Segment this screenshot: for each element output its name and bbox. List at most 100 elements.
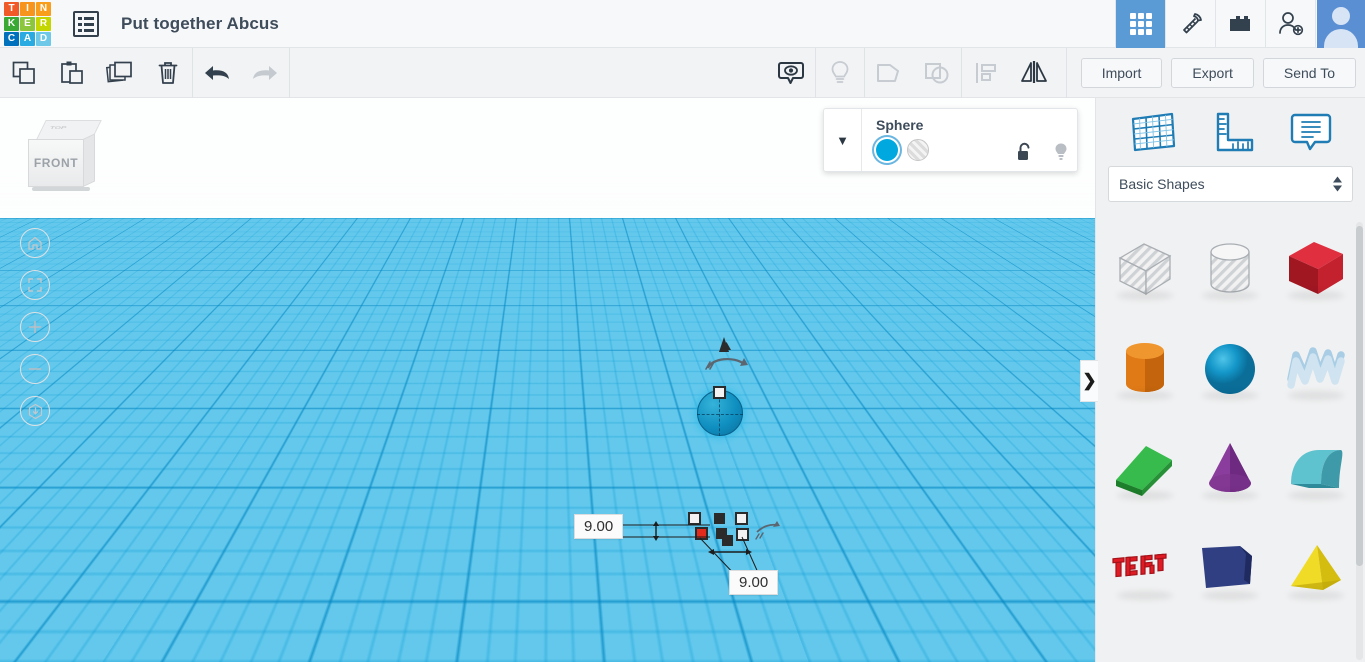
app-header: T I N K E R C A D Put together Abcus [0, 0, 1365, 48]
logo-letter: E [20, 16, 35, 31]
copy-button[interactable] [0, 48, 48, 98]
shapes-sidebar: Basic Shapes [1095, 98, 1365, 662]
history-tool-group [193, 48, 289, 98]
group-shapes-icon [876, 63, 899, 82]
design-viewport[interactable]: Workplane TOP FRONT [0, 98, 1095, 662]
ungroup-button[interactable] [913, 48, 961, 98]
shape-category-select[interactable]: Basic Shapes [1108, 166, 1353, 202]
redo-button[interactable] [241, 48, 289, 98]
shape-extra-2[interactable] [1188, 624, 1274, 662]
chevron-down-icon: ▼ [836, 132, 849, 148]
shape-cone[interactable] [1188, 424, 1274, 514]
delete-button[interactable] [144, 48, 192, 98]
sphere-thumb [1205, 344, 1256, 394]
copy-icon [12, 61, 35, 84]
sphere-axis-horizontal [697, 414, 743, 415]
height-cone-handle[interactable] [713, 336, 735, 354]
duplicate-stack-icon [106, 61, 132, 82]
logo-letter: I [20, 1, 35, 16]
person-add-icon [1278, 11, 1303, 35]
tinkercad-logo[interactable]: T I N K E R C A D [4, 1, 51, 46]
shape-property-panel[interactable]: ▼ Sphere [823, 108, 1078, 172]
hammer-pickaxe-icon [1182, 12, 1202, 33]
shape-wedge[interactable] [1102, 424, 1188, 514]
cube-hole-thumb [1118, 243, 1172, 296]
person-silhouette-icon [1316, 0, 1365, 48]
logo-letter: D [36, 31, 51, 46]
grid-9-icon [1129, 12, 1152, 35]
shape-extra-1[interactable] [1102, 624, 1188, 662]
sidebar-tool-icons [1096, 98, 1365, 166]
shape-scribble[interactable] [1273, 324, 1359, 414]
tube-thumb [1286, 649, 1346, 662]
dimension-label-bottom[interactable]: 9.00 [729, 570, 779, 595]
align-icon [975, 62, 996, 83]
ruler-icon[interactable] [1208, 108, 1258, 156]
lego-brick-icon [1229, 15, 1250, 31]
align-button[interactable] [962, 48, 1010, 98]
file-action-group: Import Export Send To [1080, 57, 1365, 88]
note-callout-icon[interactable] [1287, 108, 1335, 156]
text-thumb [1112, 553, 1167, 578]
logo-letter: A [20, 31, 35, 46]
polygon-thumb [1202, 546, 1253, 588]
apps-grid-button[interactable] [1115, 0, 1165, 48]
shape-polygon[interactable] [1188, 524, 1274, 614]
shape-roof[interactable] [1273, 424, 1359, 514]
toolbar-divider [289, 47, 290, 98]
polygon2-thumb [1197, 649, 1263, 662]
user-avatar[interactable] [1315, 0, 1365, 48]
redo-arrow-icon [253, 65, 277, 80]
blocks-button[interactable] [1215, 0, 1265, 48]
eye-callout-icon [777, 61, 804, 84]
paste-button[interactable] [48, 48, 96, 98]
export-button[interactable]: Export [1171, 57, 1254, 88]
chevron-updown-icon [1333, 176, 1342, 192]
shape-cylinder[interactable] [1102, 324, 1188, 414]
cylinder-thumb [1125, 343, 1164, 392]
duplicate-button[interactable] [96, 48, 144, 98]
scale-handle-top[interactable] [713, 386, 726, 399]
cube-thumb [1289, 242, 1344, 294]
sidebar-scrollbar-thumb[interactable] [1356, 226, 1363, 566]
shape-extra-3[interactable] [1273, 624, 1359, 662]
property-panel-body: Sphere [862, 109, 1077, 171]
shape-category-value: Basic Shapes [1119, 176, 1205, 192]
blob-thumb [1115, 649, 1175, 662]
shape-name-label: Sphere [876, 117, 924, 133]
lightbulb-icon [831, 60, 849, 83]
shape-text[interactable] [1102, 524, 1188, 614]
mirror-button[interactable] [1010, 48, 1058, 98]
tinker-button[interactable] [1165, 0, 1215, 48]
shape-sphere[interactable] [1188, 324, 1274, 414]
shape-cylinder-hole[interactable] [1188, 224, 1274, 314]
wedge-thumb [1115, 446, 1172, 496]
show-hide-button[interactable] [767, 48, 815, 98]
logo-letter: R [36, 16, 51, 31]
send-to-button[interactable]: Send To [1262, 57, 1356, 88]
mirror-flip-icon [1020, 60, 1047, 83]
shape-pyramid[interactable] [1273, 524, 1359, 614]
lightbulb-icon[interactable] [1053, 142, 1069, 162]
trash-can-icon [158, 61, 178, 84]
collapse-panel-button[interactable]: ▼ [824, 109, 862, 171]
toolbar-divider [1065, 47, 1067, 98]
dimension-label-left[interactable]: 9.00 [574, 514, 624, 539]
shape-box[interactable] [1273, 224, 1359, 314]
group-button[interactable] [865, 48, 913, 98]
undo-button[interactable] [193, 48, 241, 98]
import-button[interactable]: Import [1080, 57, 1163, 88]
light-button[interactable] [816, 48, 864, 98]
unlocked-padlock-icon[interactable] [1016, 142, 1033, 162]
logo-letter: C [4, 31, 19, 46]
main-toolbar: Import Export Send To [0, 47, 1365, 98]
pyramid-thumb [1291, 545, 1342, 590]
shape-box-hole[interactable] [1102, 224, 1188, 314]
invite-button[interactable] [1265, 0, 1315, 48]
hole-swatch[interactable] [907, 139, 929, 161]
solid-color-swatch[interactable] [876, 139, 898, 161]
panel-collapse-tab[interactable]: ❯ [1080, 360, 1098, 402]
list-document-icon[interactable] [73, 10, 99, 37]
cone-thumb [1209, 443, 1252, 492]
grid-plane-icon[interactable] [1127, 108, 1179, 156]
